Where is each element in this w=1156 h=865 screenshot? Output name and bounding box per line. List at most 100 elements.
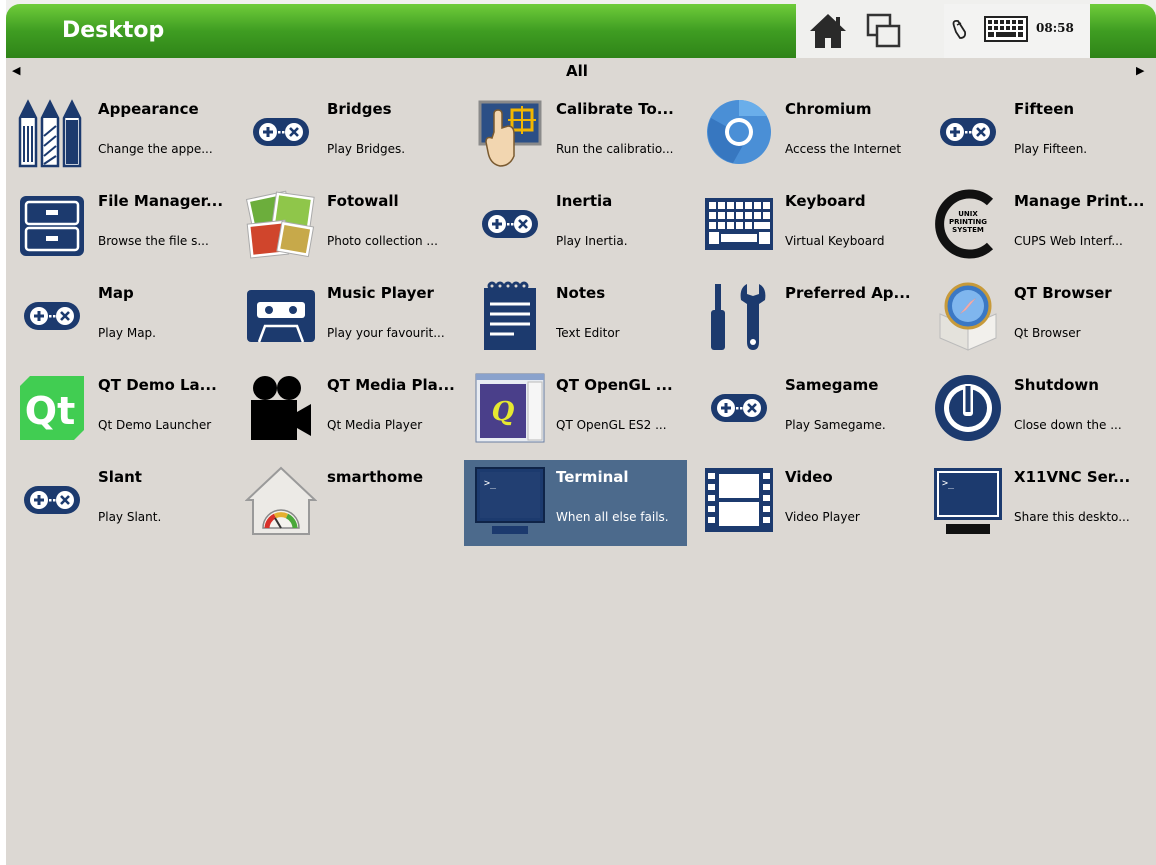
window-switcher-icon [866, 13, 901, 48]
app-name: Map [98, 284, 134, 302]
app-launcher-item[interactable]: Samegame Play Samegame. [693, 368, 916, 454]
app-launcher-item[interactable]: Fifteen Play Fifteen. [922, 92, 1145, 178]
app-name: Samegame [785, 376, 879, 394]
app-launcher-item[interactable]: Shutdown Close down the ... [922, 368, 1145, 454]
window-switcher-button[interactable] [858, 4, 910, 58]
touch-calibrate-icon [474, 96, 546, 168]
category-bar: ◀ All ▶ [6, 60, 1156, 84]
app-name: Fotowall [327, 192, 399, 210]
svg-text:Q: Q [492, 397, 515, 427]
top-bar: Desktop 08:58 [6, 0, 1156, 58]
smart-home-icon [245, 464, 317, 536]
app-name: smarthome [327, 468, 424, 486]
app-launcher-item[interactable]: Slant Play Slant. [6, 460, 229, 546]
cassette-icon [245, 280, 317, 352]
app-name: Slant [98, 468, 142, 486]
app-launcher-item[interactable]: Fotowall Photo collection ... [235, 184, 458, 270]
app-description: Play Fifteen. [1014, 142, 1088, 156]
app-name: QT Media Pla... [327, 376, 455, 394]
gamepad-icon [932, 96, 1004, 168]
opengl-window-icon: Q [474, 372, 546, 444]
app-description: Close down the ... [1014, 418, 1122, 432]
app-description: Play Slant. [98, 510, 162, 524]
category-label[interactable]: All [566, 62, 588, 80]
app-launcher-item[interactable]: Q QT OpenGL ... QT OpenGL ES2 ... [464, 368, 687, 454]
app-name: Terminal [556, 468, 629, 486]
app-description: Browse the file s... [98, 234, 209, 248]
app-name: QT OpenGL ... [556, 376, 673, 394]
gamepad-icon [703, 372, 775, 444]
app-description: Qt Media Player [327, 418, 423, 432]
svg-text:SYSTEM: SYSTEM [952, 226, 984, 234]
app-launcher-item[interactable]: Bridges Play Bridges. [235, 92, 458, 178]
page-title: Desktop [62, 18, 165, 43]
chromium-icon [703, 96, 775, 168]
app-name: File Manager... [98, 192, 224, 210]
app-description: Play Samegame. [785, 418, 886, 432]
app-launcher-item[interactable]: QT Browser Qt Browser [922, 276, 1145, 362]
app-launcher-item[interactable]: Map Play Map. [6, 276, 229, 362]
power-icon [932, 372, 1004, 444]
mouse-icon [952, 19, 967, 39]
app-description: Qt Demo Launcher [98, 418, 212, 432]
app-launcher-item[interactable]: Qt QT Demo La... Qt Demo Launcher [6, 368, 229, 454]
app-launcher-item[interactable]: UNIX PRINTING SYSTEM Manage Print... CUPS We… [922, 184, 1145, 270]
app-name: Fifteen [1014, 100, 1075, 118]
app-description: CUPS Web Interf... [1014, 234, 1123, 248]
arrow-right-icon[interactable]: ▶ [1136, 64, 1144, 77]
gamepad-icon [16, 280, 88, 352]
app-launcher-item[interactable]: File Manager... Browse the file s... [6, 184, 229, 270]
app-name: Notes [556, 284, 606, 302]
app-launcher-item[interactable]: Music Player Play your favourit... [235, 276, 458, 362]
svg-text:Qt: Qt [25, 389, 75, 433]
file-cabinet-icon [16, 188, 88, 260]
app-launcher-item[interactable]: Chromium Access the Internet [693, 92, 916, 178]
title-bar: Desktop [6, 4, 796, 58]
qt-logo-icon: Qt [16, 372, 88, 444]
gamepad-icon [245, 96, 317, 168]
svg-text:UNIX: UNIX [958, 210, 978, 218]
app-launcher-item[interactable]: Video Video Player [693, 460, 916, 546]
svg-text:>_: >_ [484, 478, 497, 489]
monitor-terminal-icon: >_ [932, 464, 1004, 536]
home-icon [810, 14, 846, 48]
app-name: Music Player [327, 284, 434, 302]
app-description: Play Bridges. [327, 142, 406, 156]
app-launcher-item[interactable]: Keyboard Virtual Keyboard [693, 184, 916, 270]
app-description: Play Map. [98, 326, 156, 340]
app-name: Manage Print... [1014, 192, 1144, 210]
terminal-icon: >_ [474, 464, 546, 536]
app-description: Change the appe... [98, 142, 213, 156]
app-name: QT Demo La... [98, 376, 217, 394]
mouse-button[interactable] [950, 18, 968, 44]
app-launcher-item[interactable]: QT Media Pla... Qt Media Player [235, 368, 458, 454]
app-name: Keyboard [785, 192, 866, 210]
app-description: Video Player [785, 510, 860, 524]
app-description: Access the Internet [785, 142, 902, 156]
gamepad-icon [474, 188, 546, 260]
arrow-left-icon[interactable]: ◀ [12, 64, 20, 77]
app-name: Video [785, 468, 833, 486]
app-name: Preferred Ap... [785, 284, 911, 302]
app-name: Chromium [785, 100, 872, 118]
app-launcher-item[interactable]: Inertia Play Inertia. [464, 184, 687, 270]
app-description: Qt Browser [1014, 326, 1081, 340]
app-launcher-item[interactable]: Appearance Change the appe... [6, 92, 229, 178]
film-icon [703, 464, 775, 536]
app-launcher-item[interactable]: Calibrate To... Run the calibratio... [464, 92, 687, 178]
app-launcher-item[interactable]: >_ Terminal When all else fails. [464, 460, 687, 546]
app-launcher-item[interactable]: smarthome [235, 460, 458, 546]
app-launcher-item[interactable]: Notes Text Editor [464, 276, 687, 362]
app-name: Inertia [556, 192, 613, 210]
app-description: QT OpenGL ES2 ... [556, 418, 667, 432]
desktop-window: Desktop 08:58 ◀ All ▶ Appearance Change … [6, 0, 1156, 865]
app-name: Calibrate To... [556, 100, 674, 118]
svg-text:PRINTING: PRINTING [949, 218, 987, 226]
home-button[interactable] [802, 4, 854, 58]
app-launcher-item[interactable]: Preferred Ap... [693, 276, 916, 362]
app-launcher-item[interactable]: >_ X11VNC Ser... Share this deskto... [922, 460, 1145, 546]
notepad-icon [474, 280, 546, 352]
keyboard-button[interactable] [984, 16, 1028, 46]
app-name: Appearance [98, 100, 199, 118]
app-description: Play Inertia. [556, 234, 628, 248]
